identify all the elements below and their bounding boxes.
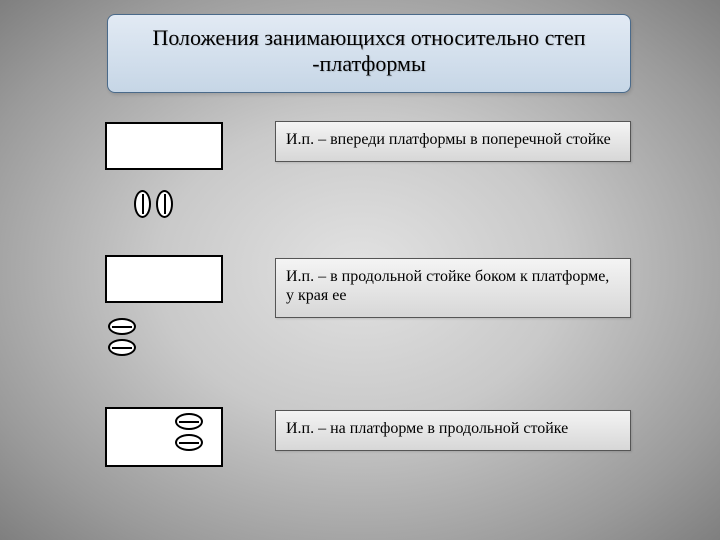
row1-foot-left xyxy=(134,190,151,218)
row1-platform xyxy=(105,122,223,170)
row2-foot-bottom xyxy=(108,339,136,356)
row3-foot-top xyxy=(175,413,203,430)
page-title: Положения занимающихся относительно степ… xyxy=(107,14,631,93)
row2-description: И.п. – в продольной стойке боком к платф… xyxy=(275,258,631,318)
row1-foot-right xyxy=(156,190,173,218)
row2-platform xyxy=(105,255,223,303)
row2-foot-top xyxy=(108,318,136,335)
row1-description: И.п. – впереди платформы в поперечной ст… xyxy=(275,121,631,162)
row3-platform xyxy=(105,407,223,467)
row3-description: И.п. – на платформе в продольной стойке xyxy=(275,410,631,451)
row3-foot-bottom xyxy=(175,434,203,451)
